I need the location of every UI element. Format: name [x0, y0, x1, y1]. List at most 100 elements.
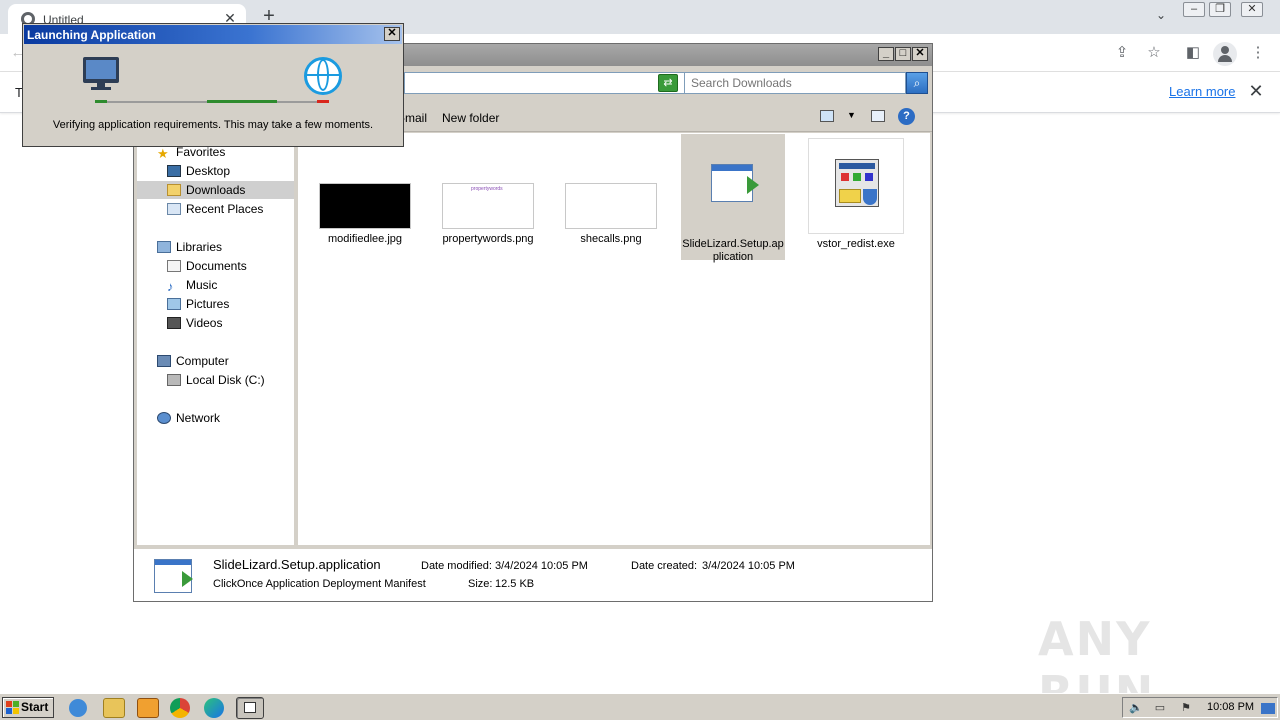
dialog-title: Launching Application	[27, 28, 156, 42]
progress-track	[107, 101, 207, 103]
start-label: Start	[21, 700, 49, 714]
close-icon[interactable]: ✕	[1246, 81, 1266, 101]
system-tray: 🔈 ▭ ⚑ 10:08 PM	[1122, 697, 1278, 718]
close-button[interactable]: ✕	[384, 27, 400, 41]
volume-icon[interactable]: 🔈	[1129, 701, 1143, 715]
music-icon: ♪	[167, 279, 174, 294]
nav-downloads[interactable]: Downloads	[137, 181, 294, 199]
edge-icon[interactable]	[204, 698, 224, 718]
details-file-name: SlideLizard.Setup.application	[213, 557, 381, 572]
close-window-button[interactable]: ✕	[1241, 2, 1263, 17]
file-item[interactable]: shecalls.png	[559, 183, 663, 246]
start-button[interactable]: Start	[2, 697, 54, 718]
file-name: propertywords.png	[442, 233, 534, 245]
minimize-button[interactable]: _	[878, 47, 894, 61]
progress-end-marker	[317, 100, 329, 103]
details-size-value: 12.5 KB	[495, 578, 535, 590]
flag-icon[interactable]: ⚑	[1179, 701, 1193, 715]
file-item[interactable]: vstor_redist.exe	[804, 134, 908, 251]
nav-desktop[interactable]: Desktop	[167, 162, 230, 180]
documents-icon	[167, 260, 181, 272]
nav-network[interactable]: Network	[157, 409, 220, 427]
network-icon[interactable]: ▭	[1153, 701, 1167, 715]
details-modified-value: 3/4/2024 10:05 PM	[495, 560, 588, 572]
internet-explorer-icon[interactable]	[69, 699, 87, 717]
computer-icon	[157, 355, 171, 367]
progress-start-marker	[95, 100, 107, 103]
maximize-button[interactable]: □	[895, 47, 911, 61]
views-icon[interactable]	[820, 110, 834, 122]
file-name: modifiedlee.jpg	[328, 233, 402, 245]
file-list: modifiedlee.jpg propertywords propertywo…	[298, 133, 930, 545]
file-name: shecalls.png	[580, 233, 642, 245]
details-pane: SlideLizard.Setup.application ClickOnce …	[134, 547, 932, 601]
thumbnail-text: propertywords	[471, 186, 503, 192]
email-button[interactable]: -mail	[401, 111, 427, 125]
minimize-button[interactable]: –	[1183, 2, 1205, 17]
preview-pane-icon[interactable]	[871, 110, 885, 122]
nav-computer[interactable]: Computer	[157, 352, 229, 370]
details-size-label: Size:	[468, 578, 493, 590]
launching-application-dialog: Launching Application ✕ Verifying applic…	[22, 23, 404, 147]
application-manifest-icon	[685, 138, 781, 234]
installer-icon	[808, 138, 904, 234]
search-icon[interactable]: ⌕	[906, 72, 928, 94]
more-menu-icon[interactable]: ⋮	[1248, 43, 1268, 63]
computer-icon	[83, 57, 119, 90]
downloads-folder-icon	[167, 184, 181, 196]
application-manifest-icon	[154, 557, 194, 593]
side-panel-icon[interactable]: ◧	[1183, 43, 1203, 63]
star-icon[interactable]: ☆	[1144, 43, 1164, 63]
details-created-label: Date created:	[631, 560, 698, 572]
file-thumbnail	[565, 183, 657, 229]
chevron-down-icon[interactable]: ⌄	[1152, 8, 1170, 26]
restore-button[interactable]: ❐	[1209, 2, 1231, 17]
new-folder-button[interactable]: New folder	[442, 111, 499, 125]
file-item[interactable]: modifiedlee.jpg	[313, 183, 417, 246]
search-box[interactable]	[684, 72, 906, 94]
file-name: SlideLizard.Setup.application	[682, 238, 784, 263]
libraries-icon	[157, 241, 171, 253]
progress-indicator	[207, 100, 277, 103]
globe-icon	[304, 57, 342, 95]
nav-local-disk[interactable]: Local Disk (C:)	[167, 371, 265, 389]
file-name: vstor_redist.exe	[817, 238, 895, 250]
network-icon	[157, 412, 171, 424]
pictures-icon	[167, 298, 181, 310]
file-item[interactable]: propertywords propertywords.png	[436, 183, 540, 246]
views-dropdown-icon[interactable]: ▼	[847, 110, 856, 120]
file-explorer-icon[interactable]	[103, 698, 125, 718]
navigation-pane: ★ Favorites Desktop Downloads Recent Plac…	[137, 133, 297, 545]
dialog-title-bar[interactable]: Launching Application	[24, 25, 402, 44]
refresh-button[interactable]: ⇄	[658, 74, 678, 92]
nav-recent-places[interactable]: Recent Places	[167, 200, 263, 218]
star-icon: ★	[157, 146, 169, 161]
learn-more-link[interactable]: Learn more	[1169, 84, 1235, 99]
profile-avatar[interactable]	[1213, 42, 1237, 66]
progress-track	[277, 101, 317, 103]
search-input[interactable]	[685, 73, 905, 93]
nav-documents[interactable]: Documents	[167, 257, 247, 275]
chrome-icon[interactable]	[170, 698, 190, 718]
file-item-selected[interactable]: SlideLizard.Setup.application	[681, 134, 785, 263]
nav-music[interactable]: ♪ Music	[167, 276, 217, 294]
media-player-icon[interactable]	[137, 698, 159, 718]
nav-videos[interactable]: Videos	[167, 314, 222, 332]
details-modified-label: Date modified:	[421, 560, 492, 572]
help-icon[interactable]: ?	[898, 108, 915, 125]
close-button[interactable]: ✕	[912, 47, 928, 61]
recent-places-icon	[167, 203, 181, 215]
windows-flag-icon	[6, 701, 19, 714]
details-file-type: ClickOnce Application Deployment Manifes…	[213, 578, 426, 590]
nav-pictures[interactable]: Pictures	[167, 295, 229, 313]
details-created-value: 3/4/2024 10:05 PM	[702, 560, 795, 572]
disk-icon	[167, 374, 181, 386]
file-thumbnail	[319, 183, 411, 229]
clock: 10:08 PM	[1207, 701, 1255, 713]
share-icon[interactable]: ⇪	[1112, 43, 1132, 63]
file-thumbnail: propertywords	[442, 183, 534, 229]
dialog-message: Verifying application requirements. This…	[52, 119, 374, 131]
show-desktop-icon[interactable]	[1261, 703, 1275, 714]
nav-libraries[interactable]: Libraries	[157, 238, 222, 256]
active-window-button[interactable]	[236, 697, 264, 719]
